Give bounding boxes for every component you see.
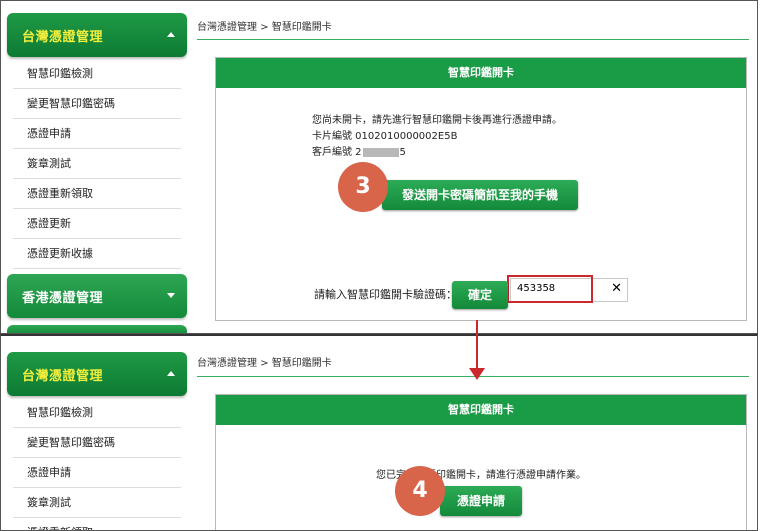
- screenshot-after: 台灣憑證管理 智慧印鑑檢測 變更智慧印鑑密碼 憑證申請 簽章測試 憑證重新領取 …: [0, 334, 758, 531]
- step-3-badge: 3: [338, 162, 388, 212]
- card-info: 您尚未開卡，請先進行智慧印鑑開卡後再進行憑證申請。 卡片編號 010201000…: [312, 113, 562, 161]
- down-arrow-icon: [469, 368, 485, 380]
- apply-certificate-button[interactable]: 憑證申請: [440, 486, 522, 516]
- sidebar-item-change-password[interactable]: 變更智慧印鑑密碼: [13, 89, 181, 119]
- completion-text: 您已完成智慧印鑑開卡，請進行憑證申請作業。: [376, 470, 586, 481]
- notice-text: 您尚未開卡，請先進行智慧印鑑開卡後再進行憑證申請。: [312, 115, 562, 126]
- sidebar-item-cert-apply[interactable]: 憑證申請: [13, 458, 181, 488]
- card-activation-panel: 智慧印鑑開卡 您已完成智慧印鑑開卡，請進行憑證申請作業。 憑證申請: [215, 394, 747, 530]
- divider: [197, 39, 749, 40]
- sidebar: 台灣憑證管理 智慧印鑑檢測 變更智慧印鑑密碼 憑證申請 簽章測試 憑證重新領取 …: [7, 13, 187, 333]
- collapse-arrow-icon: [167, 371, 175, 376]
- flow-arrow-line: [476, 320, 478, 370]
- sidebar-item-cert-apply[interactable]: 憑證申請: [13, 119, 181, 149]
- sidebar-menu: 智慧印鑑檢測 變更智慧印鑑密碼 憑證申請 簽章測試 憑證重新領取: [13, 398, 181, 530]
- sidebar-item-seal-check[interactable]: 智慧印鑑檢測: [13, 398, 181, 428]
- sidebar-group-taiwan[interactable]: 台灣憑證管理: [7, 13, 187, 57]
- panel-title: 智慧印鑑開卡: [216, 58, 746, 88]
- input-highlight-box: [507, 275, 593, 303]
- sidebar-item-seal-check[interactable]: 智慧印鑑檢測: [13, 59, 181, 89]
- sidebar-item-change-password[interactable]: 變更智慧印鑑密碼: [13, 428, 181, 458]
- screenshot-before: 台灣憑證管理 智慧印鑑檢測 變更智慧印鑑密碼 憑證申請 簽章測試 憑證重新領取 …: [0, 0, 758, 334]
- sidebar-item-cert-reissue[interactable]: 憑證重新領取: [13, 518, 181, 530]
- clear-icon[interactable]: ✕: [611, 281, 622, 296]
- sidebar: 台灣憑證管理 智慧印鑑檢測 變更智慧印鑑密碼 憑證申請 簽章測試 憑證重新領取: [7, 352, 187, 530]
- sidebar-item-cert-renew[interactable]: 憑證更新: [13, 209, 181, 239]
- step-4-badge: 4: [395, 466, 445, 516]
- confirm-button[interactable]: 確定: [452, 281, 508, 309]
- sidebar-menu: 智慧印鑑檢測 變更智慧印鑑密碼 憑證申請 簽章測試 憑證重新領取 憑證更新 憑證…: [13, 59, 181, 269]
- sidebar-group-taiwan[interactable]: 台灣憑證管理: [7, 352, 187, 396]
- breadcrumb: 台灣憑證管理 > 智慧印鑑開卡: [197, 22, 332, 33]
- sidebar-item-cert-reissue[interactable]: 憑證重新領取: [13, 179, 181, 209]
- customer-number-prefix: 客戶編號 2: [312, 147, 362, 158]
- sidebar-item-renew-receipt[interactable]: 憑證更新收據: [13, 239, 181, 269]
- masked-value: [362, 147, 399, 157]
- panel-title: 智慧印鑑開卡: [216, 395, 746, 425]
- card-activation-panel: 智慧印鑑開卡 您尚未開卡，請先進行智慧印鑑開卡後再進行憑證申請。 卡片編號 01…: [215, 57, 747, 321]
- customer-number: 客戶編號 2 5: [312, 145, 562, 161]
- collapse-arrow-icon: [167, 32, 175, 37]
- breadcrumb: 台灣憑證管理 > 智慧印鑑開卡: [197, 358, 332, 369]
- sidebar-group-hongkong[interactable]: 香港憑證管理: [7, 274, 187, 318]
- sidebar-item-signature-test[interactable]: 簽章測試: [13, 488, 181, 518]
- expand-arrow-icon: [167, 293, 175, 298]
- send-sms-button[interactable]: 發送開卡密碼簡訊至我的手機: [382, 180, 578, 210]
- sidebar-group-partial[interactable]: [7, 325, 187, 333]
- customer-number-suffix: 5: [399, 147, 406, 158]
- sidebar-group-title: 台灣憑證管理: [22, 30, 104, 45]
- card-number: 卡片編號 0102010000002E5B: [312, 131, 458, 142]
- sidebar-group-title: 台灣憑證管理: [22, 369, 104, 384]
- sidebar-group-title: 香港憑證管理: [22, 291, 104, 306]
- sidebar-item-signature-test[interactable]: 簽章測試: [13, 149, 181, 179]
